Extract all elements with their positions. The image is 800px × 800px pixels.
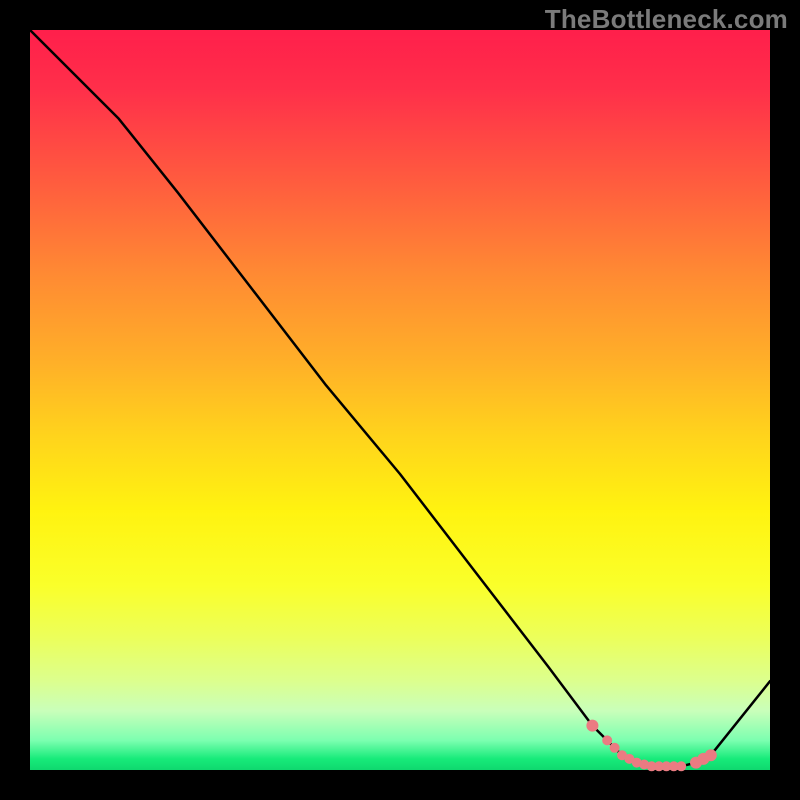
curve-line (30, 30, 770, 766)
valley-dot (705, 749, 717, 761)
watermark-text: TheBottleneck.com (545, 4, 788, 35)
plot-area (30, 30, 770, 770)
valley-markers (586, 720, 716, 772)
chart-frame: TheBottleneck.com (0, 0, 800, 800)
valley-dot (586, 720, 598, 732)
valley-dot (610, 743, 620, 753)
valley-dot (676, 761, 686, 771)
valley-dot (602, 735, 612, 745)
bottleneck-curve (30, 30, 770, 770)
